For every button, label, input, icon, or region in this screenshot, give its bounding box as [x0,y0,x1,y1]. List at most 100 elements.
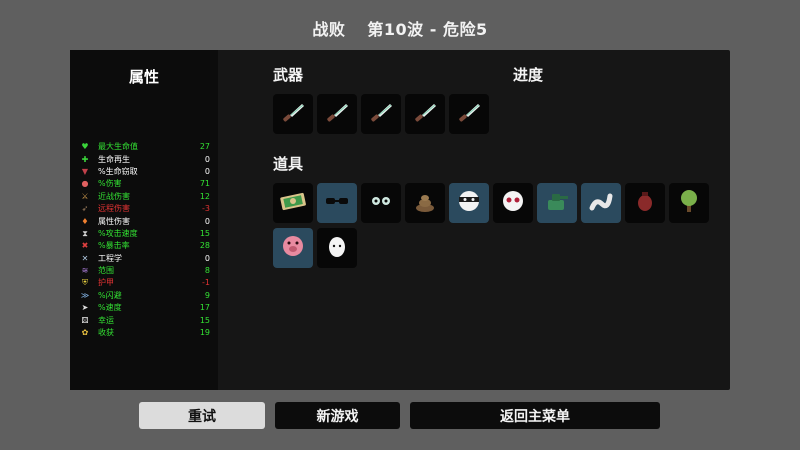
stat-value: 0 [204,154,210,164]
range-icon: ≋ [81,266,89,276]
stat-value: 28 [199,241,210,251]
result-title: 战败 第10波 - 危险5 [0,16,800,40]
stat-label: 护甲 [98,278,114,288]
stat-label: %暴击率 [98,241,130,251]
stat-label: 属性伤害 [98,216,130,226]
stats-panel: 属性 ♥ 最大生命值 27 ✚ 生命再生 0 ▼ %生命窃取 0 ● %伤害 71 ⚔ 近战伤害 12 ➶ 远程… [70,50,218,390]
dodge-icon: ≫ [80,290,90,300]
ghost-face-icon [498,186,528,220]
stat-value: -1 [202,278,210,288]
engineering-icon: ✕ [81,253,89,263]
weapons-title: 武器 [273,66,304,84]
stat-value: 19 [199,328,210,338]
stat-row: ⛨ 护甲 -1 [80,277,210,289]
worm-icon [586,186,616,220]
stat-value: 0 [204,216,210,226]
knife-icon [410,97,440,131]
stat-value: 17 [199,303,210,313]
luck-icon: ⚄ [81,315,89,325]
item-slot[interactable] [317,183,357,223]
knife-icon [322,97,352,131]
egg-icon [322,231,352,265]
items-title: 道具 [273,155,304,173]
item-slot[interactable] [581,183,621,223]
stat-label: 近战伤害 [98,191,130,201]
stat-label: %速度 [98,303,122,313]
stat-label: 收获 [98,328,114,338]
melee-icon: ⚔ [81,191,89,201]
stat-row: ✖ %暴击率 28 [80,240,210,252]
wave-label: 第10波 - 危险5 [367,20,488,39]
stat-label: 幸运 [98,315,114,325]
stat-row: ✿ 收获 19 [80,327,210,339]
stat-value: -3 [202,204,210,214]
grenade-icon [630,186,660,220]
weapon-slot[interactable] [405,94,445,134]
glasses-icon [322,186,352,220]
stat-value: 8 [204,266,210,276]
knife-icon [366,97,396,131]
alien-eyes-icon [366,186,396,220]
poop-icon [410,186,440,220]
ranged-icon: ➶ [81,204,89,214]
attack-speed-icon: ⧗ [82,228,88,238]
stat-label: %伤害 [98,179,122,189]
weapon-slot[interactable] [317,94,357,134]
item-slot[interactable] [273,228,313,268]
knife-icon [454,97,484,131]
stat-row: ♥ 最大生命值 27 [80,141,210,153]
stat-label: %生命窃取 [98,166,138,176]
stat-label: %攻击速度 [98,228,138,238]
stat-value: 71 [199,179,210,189]
item-slot[interactable] [449,183,489,223]
stat-label: 生命再生 [98,154,130,164]
result-label: 战败 [312,20,346,39]
weapon-slot[interactable] [361,94,401,134]
stat-row: ≋ 范围 8 [80,265,210,277]
item-slot[interactable] [405,183,445,223]
stat-value: 0 [204,166,210,176]
regen-icon: ✚ [81,154,89,164]
stat-value: 15 [199,315,210,325]
run-summary-panel: 属性 ♥ 最大生命值 27 ✚ 生命再生 0 ▼ %生命窃取 0 ● %伤害 71 ⚔ 近战伤害 12 ➶ 远程… [70,50,730,390]
elemental-icon: ♦ [81,216,89,226]
stat-value: 27 [199,142,210,152]
stat-row: ● %伤害 71 [80,178,211,190]
retry-button[interactable]: 重试 [139,402,265,429]
weapon-slot[interactable] [449,94,489,134]
harvest-icon: ✿ [81,328,89,338]
cash-icon [278,186,308,220]
item-slot[interactable] [625,183,665,223]
stat-row: ♦ 属性伤害 0 [80,215,210,227]
bandit-mask-icon [454,186,484,220]
stat-row: ⚔ 近战伤害 12 [80,191,210,203]
weapon-slot[interactable] [273,94,313,134]
stats-title: 属性 [128,68,159,86]
stat-row: ➶ 远程伤害 -3 [80,203,210,215]
new-game-button[interactable]: 新游戏 [275,402,400,429]
stat-row: ▼ %生命窃取 0 [80,166,210,178]
item-slot[interactable] [273,183,313,223]
stat-label: 范围 [98,266,114,276]
pig-icon [278,231,308,265]
knife-icon [278,97,308,131]
stat-row: ➤ %速度 17 [80,302,210,314]
stat-row: ✕ 工程学 0 [80,253,210,265]
stat-label: 最大生命值 [98,142,138,152]
stat-row: ⧗ %攻击速度 15 [80,228,210,240]
item-slot[interactable] [493,183,533,223]
item-slot[interactable] [317,228,357,268]
item-slot[interactable] [361,183,401,223]
main-menu-button[interactable]: 返回主菜单 [410,402,660,429]
item-slot[interactable] [669,183,709,223]
stat-list: ♥ 最大生命值 27 ✚ 生命再生 0 ▼ %生命窃取 0 ● %伤害 71 ⚔ 近战伤害 12 ➶ 远程伤害 -… [80,141,210,339]
stat-label: 远程伤害 [98,204,130,214]
item-slot[interactable] [537,183,577,223]
stat-value: 12 [199,191,210,201]
stat-value: 9 [204,290,210,300]
stat-label: 工程学 [98,253,122,263]
stat-value: 0 [204,253,210,263]
armor-icon: ⛨ [82,278,88,288]
heart-icon: ♥ [81,142,89,152]
stat-row: ≫ %闪避 9 [80,290,210,302]
